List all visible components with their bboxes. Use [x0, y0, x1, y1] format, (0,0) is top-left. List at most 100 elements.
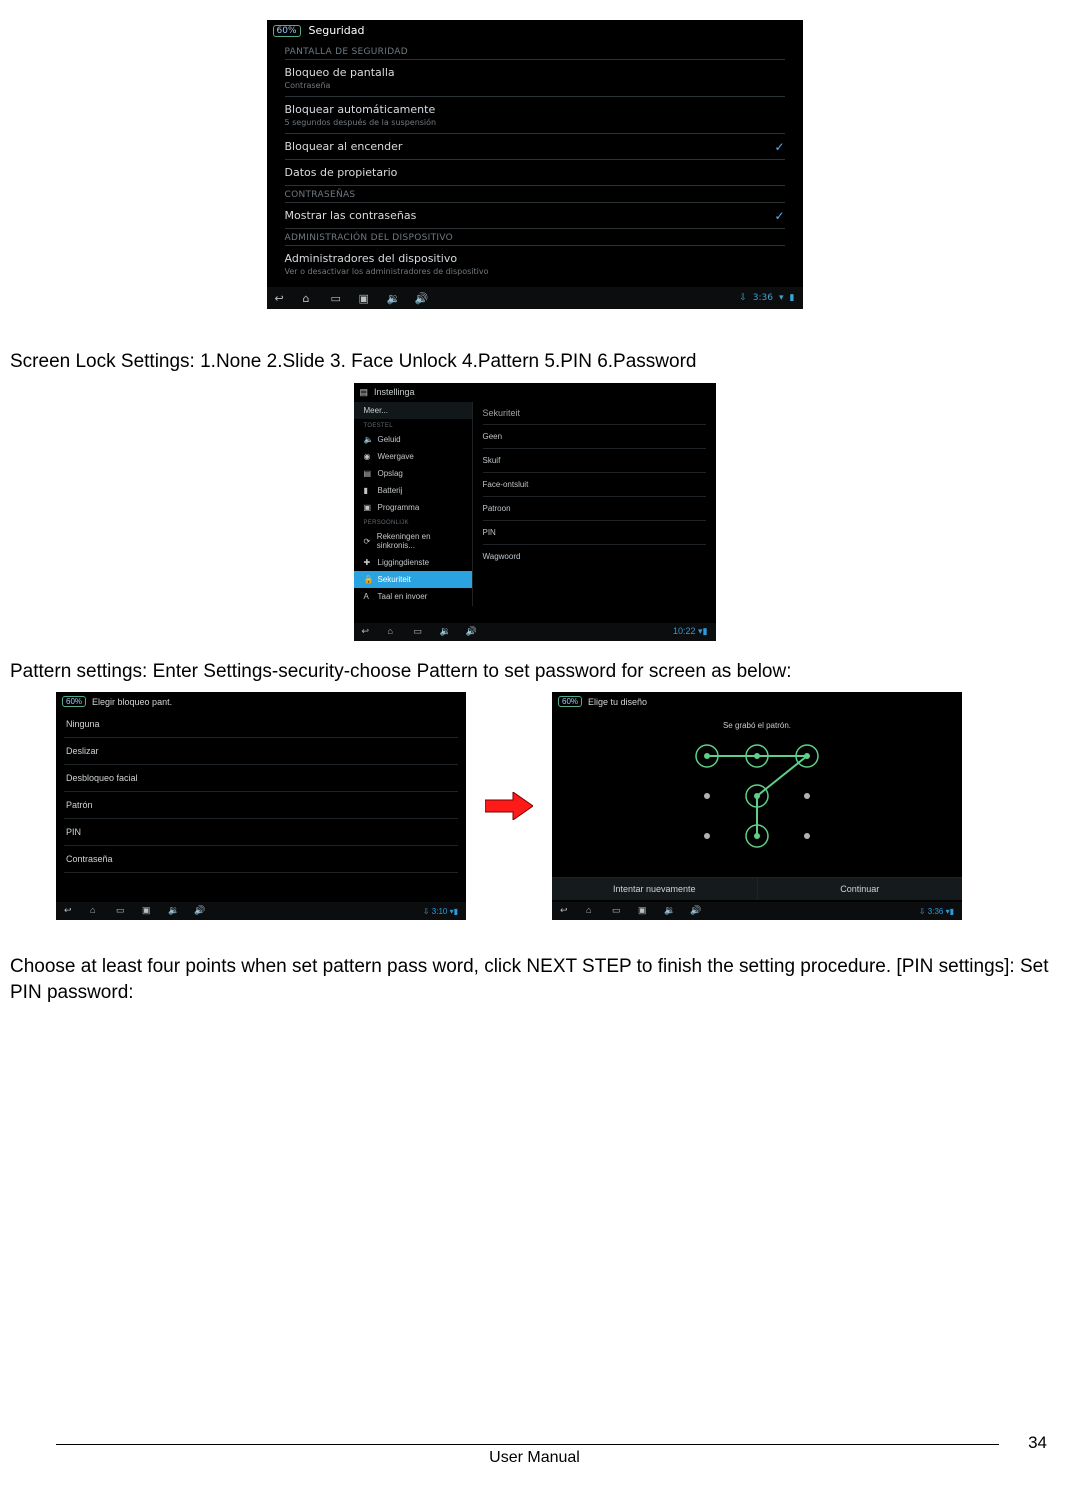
- pattern-grid[interactable]: [677, 736, 837, 856]
- lock-option-slide[interactable]: Deslizar: [64, 738, 458, 765]
- lock-option-pin[interactable]: PIN: [64, 819, 458, 846]
- item-lock-on-power[interactable]: Bloquear al encender ✓: [285, 134, 785, 160]
- sidebar-item-label: Geluid: [378, 435, 401, 444]
- pattern-status-msg: Se grabó el patrón.: [552, 711, 962, 736]
- sidebar-item-display[interactable]: ◉Weergave: [354, 448, 472, 465]
- sidebar-more[interactable]: Meer...: [354, 402, 472, 419]
- battery-badge: 60%: [62, 696, 86, 707]
- item-title: Bloqueo de pantalla: [285, 66, 785, 79]
- section-header-passwords: CONTRASEÑAS: [285, 186, 785, 203]
- volume-up-icon[interactable]: 🔊: [194, 905, 208, 917]
- body-text-pattern-settings: Pattern settings: Enter Settings-securit…: [10, 659, 1059, 685]
- sidebar-item-label: Programma: [378, 503, 420, 512]
- lock-option-none[interactable]: Geen: [483, 424, 706, 448]
- back-icon[interactable]: ↩: [560, 905, 574, 917]
- recent-icon[interactable]: ▭: [612, 905, 626, 917]
- item-title: Bloquear automáticamente: [285, 103, 785, 116]
- battery-badge: 60%: [558, 696, 582, 707]
- screen-title: Elige tu diseño: [588, 697, 647, 707]
- storage-icon: ▤: [364, 469, 372, 477]
- volume-up-icon[interactable]: 🔊: [466, 626, 480, 638]
- home-icon[interactable]: ⌂: [586, 905, 600, 917]
- right-pane-header: Sekuriteit: [483, 402, 706, 424]
- sidebar-item-accounts[interactable]: ⟳Rekeningen en sinkronis...: [354, 528, 472, 554]
- sidebar-item-label: Taal en invoer: [378, 592, 428, 601]
- lock-option-pattern[interactable]: Patrón: [64, 792, 458, 819]
- screen-title: Seguridad: [309, 24, 365, 37]
- lock-option-password[interactable]: Contraseña: [64, 846, 458, 873]
- lock-option-password[interactable]: Wagwoord: [483, 544, 706, 568]
- screenshot-draw-pattern: 60% Elige tu diseño Se grabó el patrón.: [552, 692, 962, 920]
- check-icon: ✓: [774, 140, 784, 154]
- status-clock: 10:22: [673, 626, 696, 636]
- sidebar-item-backup[interactable]: ↻Rugsteun en stel terug: [354, 605, 472, 606]
- screen-title: Elegir bloqueo pant.: [92, 697, 172, 707]
- home-icon[interactable]: ⌂: [303, 292, 317, 304]
- retry-button[interactable]: Intentar nuevamente: [552, 877, 758, 900]
- item-screen-lock[interactable]: Bloqueo de pantalla Contraseña: [285, 60, 785, 97]
- sidebar-item-battery[interactable]: ▮Batterij: [354, 482, 472, 499]
- screenshot-icon[interactable]: ▣: [359, 292, 373, 304]
- sidebar-item-security[interactable]: 🔒Sekuriteit: [354, 571, 472, 588]
- back-icon[interactable]: ↩: [362, 626, 376, 638]
- footer-title: User Manual: [10, 1449, 1059, 1467]
- battery-badge: 60%: [273, 25, 301, 37]
- sidebar-item-storage[interactable]: ▤Opslag: [354, 465, 472, 482]
- item-sub: 5 segundos después de la suspensión: [285, 118, 785, 127]
- home-icon[interactable]: ⌂: [90, 905, 104, 917]
- lock-option-pin[interactable]: PIN: [483, 520, 706, 544]
- screenshot-icon[interactable]: ▣: [638, 905, 652, 917]
- screen-title: Instellinga: [374, 387, 415, 397]
- recent-icon[interactable]: ▭: [414, 626, 428, 638]
- continue-button[interactable]: Continuar: [758, 877, 963, 900]
- home-icon[interactable]: ⌂: [388, 626, 402, 638]
- item-owner-info[interactable]: Datos de propietario: [285, 160, 785, 186]
- recent-icon[interactable]: ▭: [116, 905, 130, 917]
- item-device-admins[interactable]: Administradores del dispositivo Ver o de…: [285, 246, 785, 282]
- lock-option-face[interactable]: Face-ontsluit: [483, 472, 706, 496]
- back-icon[interactable]: ↩: [275, 292, 289, 304]
- footer-rule: [56, 1444, 999, 1445]
- sidebar-item-sound[interactable]: 🔈Geluid: [354, 431, 472, 448]
- shot1-header: 60% Seguridad: [267, 20, 803, 41]
- sidebar-item-label: Weergave: [378, 452, 414, 461]
- lock-option-face[interactable]: Desbloqueo facial: [64, 765, 458, 792]
- lock-option-none[interactable]: Ninguna: [64, 711, 458, 738]
- status-clock: 3:10: [432, 907, 448, 916]
- item-show-passwords[interactable]: Mostrar las contraseñas ✓: [285, 203, 785, 229]
- item-auto-lock[interactable]: Bloquear automáticamente 5 segundos desp…: [285, 97, 785, 134]
- battery-icon: ▮: [364, 486, 372, 494]
- system-navbar: ↩ ⌂ ▭ 🔉 🔊 10:22 ▾▮: [354, 623, 716, 641]
- volume-down-icon[interactable]: 🔉: [440, 626, 454, 638]
- volume-down-icon[interactable]: 🔉: [664, 905, 678, 917]
- status-clock: 3:36: [753, 293, 773, 303]
- back-icon[interactable]: ↩: [64, 905, 78, 917]
- screenshot-settings-two-pane: ▤ Instellinga Meer... TOESTEL 🔈Geluid ◉W…: [354, 383, 716, 641]
- item-title: Datos de propietario: [285, 166, 785, 179]
- lock-option-slide[interactable]: Skuif: [483, 448, 706, 472]
- item-sub: Contraseña: [285, 81, 785, 90]
- settings-sidebar: Meer... TOESTEL 🔈Geluid ◉Weergave ▤Opsla…: [354, 402, 473, 606]
- sidebar-cat-personal: PERSOONLIJK: [354, 516, 472, 528]
- sidebar-item-location[interactable]: ✚Liggingdienste: [354, 554, 472, 571]
- lock-option-pattern[interactable]: Patroon: [483, 496, 706, 520]
- page-number: 34: [1028, 1433, 1047, 1453]
- sidebar-item-label: Sekuriteit: [378, 575, 411, 584]
- notif-icon: ⇩: [739, 293, 747, 303]
- volume-up-icon[interactable]: 🔊: [415, 292, 429, 304]
- volume-down-icon[interactable]: 🔉: [387, 292, 401, 304]
- volume-down-icon[interactable]: 🔉: [168, 905, 182, 917]
- item-title: Administradores del dispositivo: [285, 252, 785, 265]
- settings-right-pane: Sekuriteit Geen Skuif Face-ontsluit Patr…: [473, 402, 716, 606]
- item-title: Mostrar las contraseñas: [285, 209, 785, 222]
- screenshot-security-settings: 60% Seguridad PANTALLA DE SEGURIDAD Bloq…: [267, 20, 803, 309]
- status-clock: 3:36: [928, 907, 944, 916]
- system-navbar: ↩ ⌂ ▭ ▣ 🔉 🔊 ⇩ 3:36 ▾▮: [552, 902, 962, 920]
- volume-up-icon[interactable]: 🔊: [690, 905, 704, 917]
- sidebar-item-language[interactable]: ATaal en invoer: [354, 588, 472, 605]
- recent-icon[interactable]: ▭: [331, 292, 345, 304]
- screenshot-icon[interactable]: ▣: [142, 905, 156, 917]
- system-navbar: ↩ ⌂ ▭ ▣ 🔉 🔊 ⇩ 3:10 ▾▮: [56, 902, 466, 920]
- sidebar-item-apps[interactable]: ▣Programma: [354, 499, 472, 516]
- section-header-screen-security: PANTALLA DE SEGURIDAD: [285, 43, 785, 60]
